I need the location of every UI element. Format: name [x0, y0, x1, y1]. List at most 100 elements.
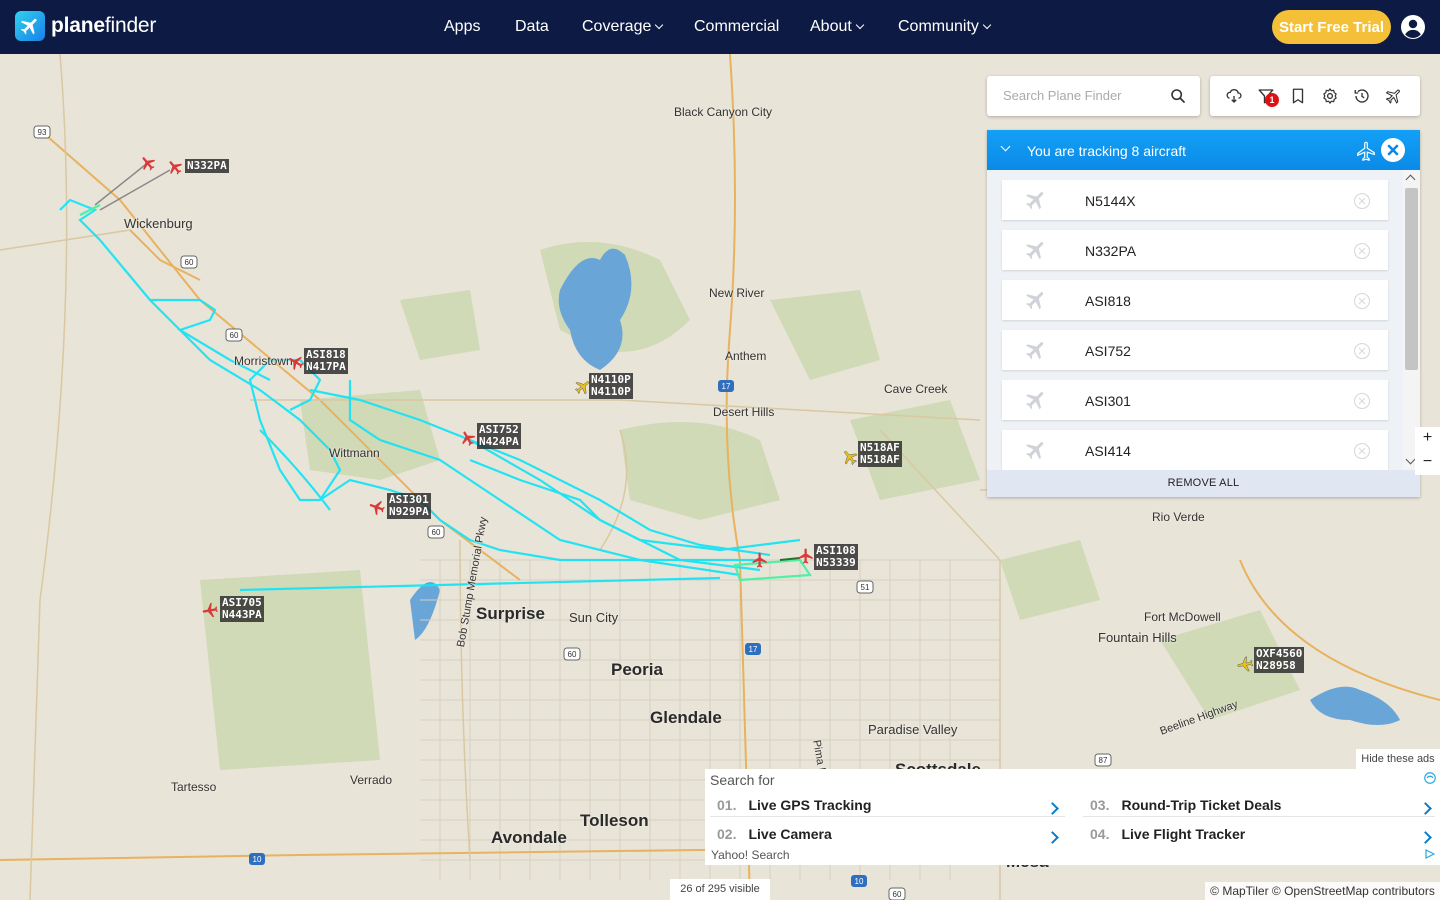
place-label: Rio Verde [1152, 510, 1205, 524]
aircraft-icon[interactable] [1236, 655, 1254, 673]
place-label: Tartesso [171, 780, 217, 794]
history-icon[interactable] [1353, 87, 1371, 105]
logo-plane-icon [15, 11, 45, 41]
remove-circle-icon[interactable] [1353, 292, 1371, 310]
svg-text:17: 17 [722, 382, 731, 391]
scroll-thumb[interactable] [1405, 188, 1418, 370]
scroll-up-icon[interactable] [1405, 174, 1416, 185]
tracked-aircraft-list: N5144X N332PA ASI818 ASI752 ASI301 ASI41… [987, 170, 1420, 470]
place-label: Wittmann [329, 446, 380, 460]
ad-provider: Yahoo! Search [711, 848, 790, 862]
nav-coverage[interactable]: Coverage [582, 18, 664, 36]
hide-ads-button[interactable]: Hide these ads [1356, 749, 1440, 769]
settings-icon[interactable] [1321, 87, 1339, 105]
bookmark-icon[interactable] [1289, 87, 1307, 105]
nav-apps[interactable]: Apps [444, 18, 480, 36]
place-label: New River [709, 286, 765, 300]
aircraft-icon [1026, 242, 1044, 260]
chevron-right-icon [1419, 802, 1432, 815]
start-free-trial-button[interactable]: Start Free Trial [1272, 10, 1391, 44]
place-label: Verrado [350, 773, 393, 787]
chevron-right-icon [1419, 831, 1432, 844]
remove-all-button[interactable]: REMOVE ALL [987, 470, 1420, 497]
aircraft-label[interactable]: ASI301 N929PA [387, 493, 431, 519]
aircraft-label[interactable]: ASI108 N53339 [814, 544, 858, 570]
map-attribution[interactable]: © MapTiler © OpenStreetMap contributors [1205, 882, 1440, 900]
logo-text: planefinder [51, 14, 157, 37]
tracking-panel-header: You are tracking 8 aircraft [987, 130, 1420, 170]
place-label: Desert Hills [713, 405, 775, 419]
ad-choices-icon[interactable] [1423, 771, 1437, 785]
nav-data[interactable]: Data [515, 18, 549, 36]
place-label: Sun City [569, 610, 619, 625]
place-label: Peoria [611, 660, 663, 679]
aircraft-label[interactable]: N518AF N518AF [858, 441, 902, 467]
place-label: Paradise Valley [868, 722, 958, 737]
chevron-down-icon[interactable] [1000, 141, 1011, 152]
remove-circle-icon[interactable] [1353, 192, 1371, 210]
tracked-aircraft-row[interactable]: ASI301 [1002, 380, 1388, 420]
scroll-down-icon[interactable] [1405, 454, 1416, 465]
tracked-aircraft-row[interactable]: ASI818 [1002, 280, 1388, 320]
place-label: Wickenburg [124, 216, 193, 231]
ai-icon[interactable] [1385, 87, 1403, 105]
tracked-aircraft-row[interactable]: N332PA [1002, 230, 1388, 270]
filter-count-badge: 1 [1265, 93, 1279, 107]
zoom-in-button[interactable]: + [1415, 427, 1440, 451]
remove-circle-icon[interactable] [1353, 342, 1371, 360]
aircraft-callsign: ASI414 [1085, 443, 1131, 459]
ad-link[interactable]: 03. Round-Trip Ticket Deals [1090, 797, 1435, 823]
tracked-aircraft-icon[interactable] [139, 154, 157, 172]
aircraft-callsign: ASI752 [1085, 343, 1131, 359]
planefinder-app: planefinder Apps Data Coverage Commercia… [0, 0, 1440, 900]
place-label: Anthem [725, 349, 767, 363]
search-input[interactable] [1001, 87, 1161, 104]
place-label: Tolleson [580, 811, 649, 830]
tracked-aircraft-row[interactable]: N5144X [1002, 180, 1388, 220]
aircraft-label[interactable]: N4110P N4110P [589, 373, 633, 399]
tracked-aircraft-icon[interactable] [201, 601, 219, 619]
planefinder-logo[interactable]: planefinder [15, 11, 156, 41]
ad-search-for: Search for [710, 772, 775, 788]
remove-circle-icon[interactable] [1353, 392, 1371, 410]
remove-circle-icon[interactable] [1353, 242, 1371, 260]
zoom-out-button[interactable]: − [1415, 451, 1440, 475]
tracked-aircraft-icon[interactable] [459, 429, 477, 447]
tracking-title: You are tracking 8 aircraft [1027, 143, 1187, 159]
tracked-aircraft-icon[interactable] [751, 551, 769, 569]
remove-circle-icon[interactable] [1353, 442, 1371, 460]
aircraft-label[interactable]: N332PA [185, 159, 229, 173]
weather-icon[interactable] [1225, 87, 1243, 105]
tracked-aircraft-row[interactable]: ASI414 [1002, 430, 1388, 470]
tracked-aircraft-icon[interactable] [797, 547, 815, 565]
svg-text:10: 10 [855, 877, 864, 886]
aircraft-icon[interactable] [841, 448, 859, 466]
ad-info-icon[interactable] [1425, 849, 1435, 859]
tracked-aircraft-icon[interactable] [287, 353, 305, 371]
aircraft-label[interactable]: ASI818 N417PA [304, 348, 348, 374]
search-icon[interactable] [1170, 88, 1186, 104]
nav-community[interactable]: Community [898, 18, 992, 36]
tracked-aircraft-row[interactable]: ASI752 [1002, 330, 1388, 370]
user-account-icon[interactable] [1401, 15, 1425, 39]
place-label: Morristown [234, 354, 293, 368]
tracked-aircraft-icon[interactable] [368, 498, 386, 516]
aircraft-label[interactable]: OXF4560 N28958 [1254, 647, 1305, 673]
aircraft-label[interactable]: ASI705 N443PA [220, 596, 264, 622]
close-tracking-button[interactable] [1381, 138, 1405, 162]
nav-about[interactable]: About [810, 18, 865, 36]
ad-link[interactable]: 04. Live Flight Tracker [1090, 826, 1435, 852]
aircraft-label[interactable]: ASI752 N424PA [477, 423, 521, 449]
map-toolbar [1210, 76, 1420, 116]
aircraft-callsign: N332PA [1085, 243, 1137, 259]
list-scrollbar[interactable] [1403, 170, 1420, 470]
visible-count: 26 of 295 visible [670, 879, 770, 900]
place-label: Fountain Hills [1098, 630, 1177, 645]
tracked-aircraft-icon[interactable] [166, 158, 184, 176]
ad-link[interactable]: 01. Live GPS Tracking [717, 797, 1062, 823]
zoom-control: + − [1415, 427, 1440, 475]
plane-outline-icon[interactable] [1355, 140, 1377, 162]
nav-commercial[interactable]: Commercial [694, 18, 779, 36]
aircraft-icon [1026, 292, 1044, 310]
chevron-down-icon [855, 20, 865, 30]
